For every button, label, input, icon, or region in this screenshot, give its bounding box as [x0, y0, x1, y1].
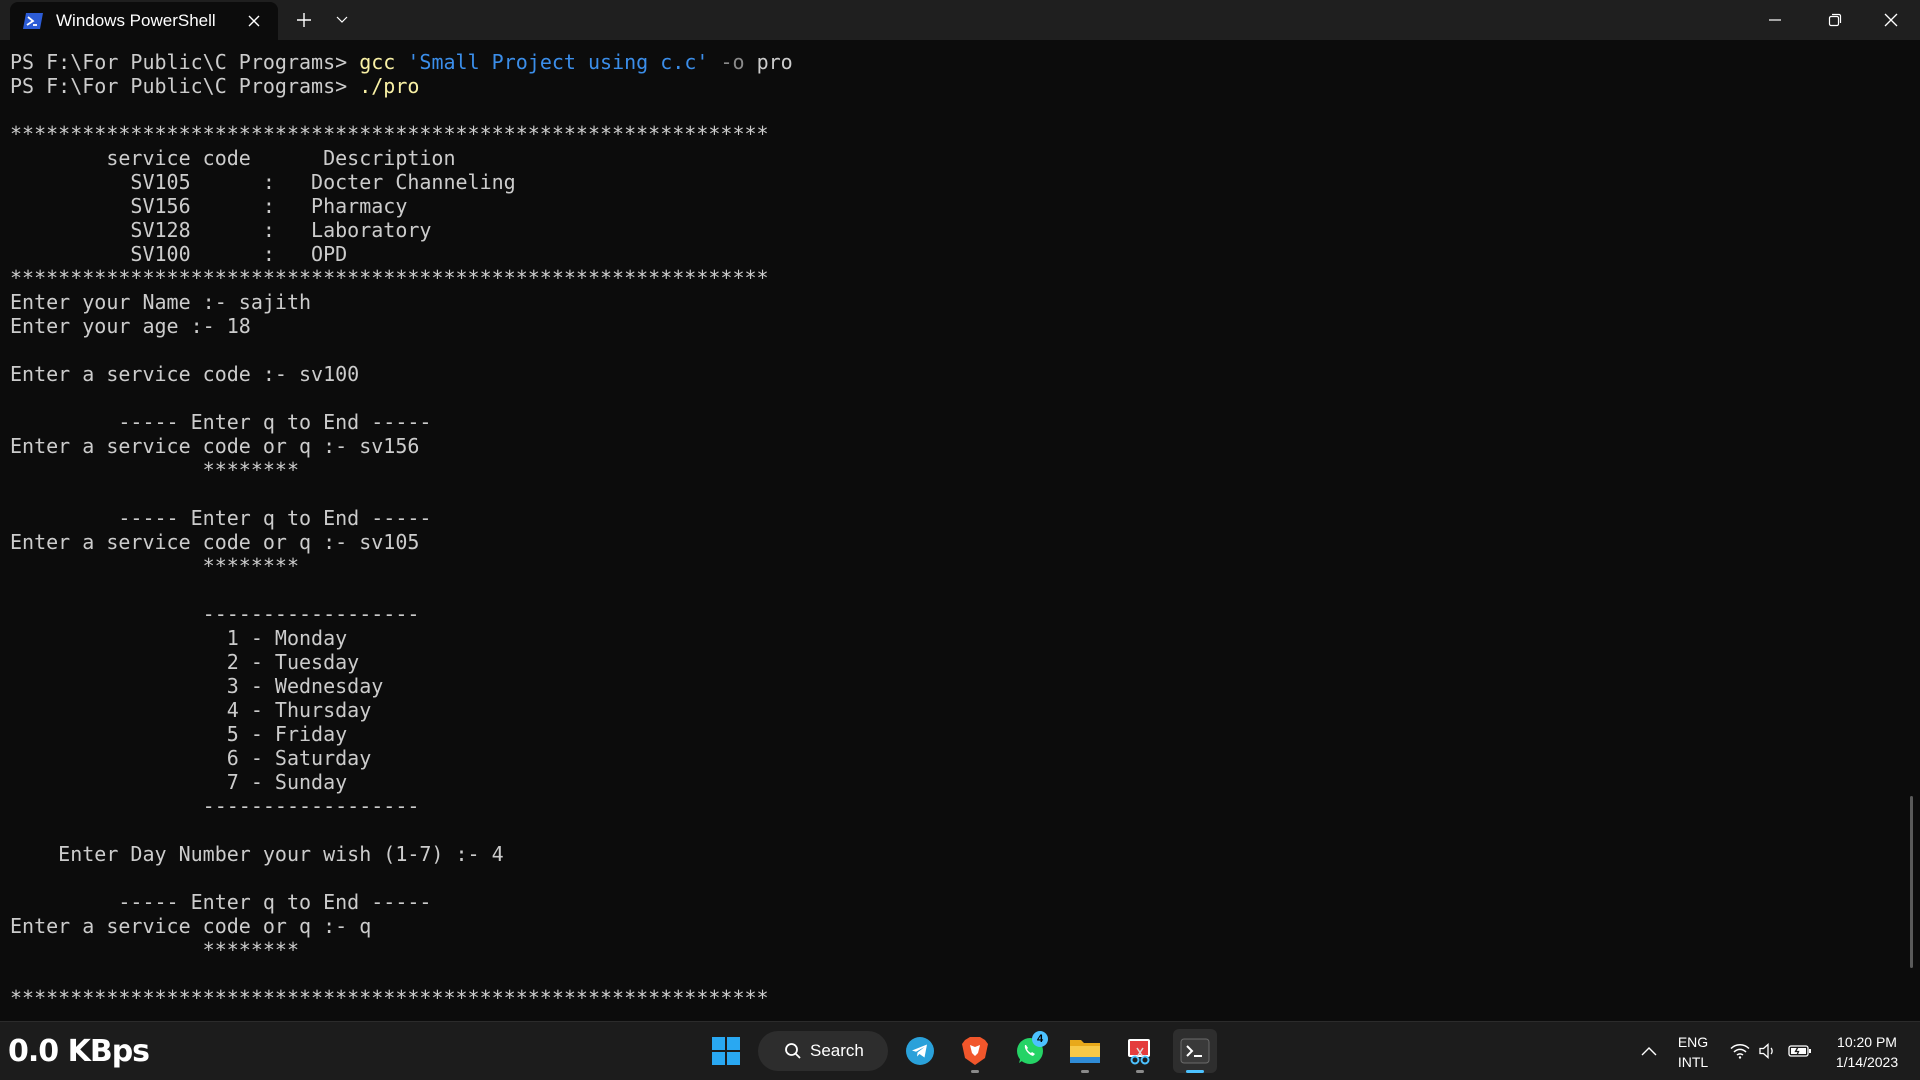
whatsapp-icon[interactable]: 4	[1008, 1029, 1052, 1073]
output-line: Enter a service code or q :- q	[10, 914, 372, 938]
output-line: Enter a service code :- sv100	[10, 362, 360, 386]
close-tab-icon[interactable]	[244, 11, 264, 31]
volume-icon[interactable]	[1756, 1039, 1780, 1063]
output-line: ****************************************…	[10, 986, 769, 1010]
running-indicator	[1081, 1070, 1089, 1073]
running-indicator	[1136, 1070, 1144, 1073]
output-line: ----- Enter q to End -----	[10, 410, 432, 434]
output-line: 1 - Monday	[10, 626, 348, 650]
brave-icon[interactable]	[953, 1029, 997, 1073]
output-line: ------------------	[10, 602, 420, 626]
output-line: SV100 : OPD	[10, 242, 348, 266]
wifi-icon[interactable]	[1728, 1039, 1752, 1063]
lang-line-2: INTL	[1677, 1054, 1709, 1070]
prompt-line: PS F:\For Public\C Programs> ./pro	[10, 74, 1890, 98]
command-arg-output: pro	[744, 50, 793, 74]
clock[interactable]: 10:20 PM 1/14/2023	[1820, 1032, 1914, 1072]
clock-date: 1/14/2023	[1835, 1054, 1899, 1070]
output-line: ------------------	[10, 794, 420, 818]
output-line: 3 - Wednesday	[10, 674, 384, 698]
snipping-tool-icon[interactable]	[1118, 1029, 1162, 1073]
scrollbar[interactable]	[1910, 796, 1913, 968]
output-line: SV128 : Laboratory	[10, 218, 432, 242]
running-indicator	[971, 1070, 979, 1073]
command-arg-source: 'Small Project using c.c'	[395, 50, 709, 74]
command-gcc: gcc	[359, 50, 396, 74]
output-line: 2 - Tuesday	[10, 650, 360, 674]
output-line: SV156 : Pharmacy	[10, 194, 408, 218]
output-line: 7 - Sunday	[10, 770, 348, 794]
output-line: ****************************************…	[10, 122, 769, 146]
tab-windows-powershell[interactable]: Windows PowerShell	[10, 2, 278, 40]
powershell-icon	[22, 12, 44, 30]
notification-badge: 4	[1032, 1031, 1048, 1047]
prompt-line: PS F:\For Public\C Programs> gcc 'Small …	[10, 50, 1890, 74]
battery-icon[interactable]	[1786, 1039, 1814, 1063]
chevron-up-icon[interactable]	[1638, 1039, 1660, 1063]
output-line: ----- Enter q to End -----	[10, 890, 432, 914]
terminal-output[interactable]: PS F:\For Public\C Programs> gcc 'Small …	[10, 50, 1890, 1020]
output-line: SV105 : Docter Channeling	[10, 170, 516, 194]
terminal-window: Windows PowerShell PS F:\For Public\C Pr…	[0, 0, 1920, 1021]
output-line: service code Description	[10, 146, 456, 170]
new-tab-icon[interactable]	[290, 0, 318, 40]
telegram-icon[interactable]	[898, 1029, 942, 1073]
title-bar: Windows PowerShell	[0, 0, 1920, 40]
output-line: Enter a service code or q :- sv156	[10, 434, 420, 458]
command-run: ./pro	[359, 74, 420, 98]
chevron-down-icon[interactable]	[328, 0, 356, 40]
output-line: Enter Day Number your wish (1-7) :- 4	[10, 842, 504, 866]
start-icon[interactable]	[704, 1029, 748, 1073]
clock-time: 10:20 PM	[1837, 1034, 1897, 1050]
output-line: ********	[10, 458, 299, 482]
search-button[interactable]: Search	[758, 1031, 888, 1071]
tab-title: Windows PowerShell	[56, 11, 216, 30]
terminal-icon[interactable]	[1173, 1029, 1217, 1073]
search-label: Search	[810, 1041, 864, 1060]
output-line: Enter your age :- 18	[10, 314, 251, 338]
output-line: Enter your Name :- sajith	[10, 290, 312, 314]
net-speed-readout: 0.0 KBps	[8, 1034, 150, 1069]
search-icon	[785, 1043, 801, 1059]
output-line: ********	[10, 554, 299, 578]
language-indicator[interactable]: ENG INTL	[1676, 1032, 1710, 1072]
output-line: ****************************************…	[10, 266, 769, 290]
prompt: PS F:\For Public\C Programs>	[10, 50, 360, 74]
active-indicator	[1186, 1070, 1204, 1073]
output-line: ----- Enter q to End -----	[10, 506, 432, 530]
prompt: PS F:\For Public\C Programs>	[10, 74, 360, 98]
output-line: 4 - Thursday	[10, 698, 372, 722]
minimize-icon[interactable]	[1750, 0, 1800, 40]
output-line: 5 - Friday	[10, 722, 348, 746]
lang-line-1: ENG	[1677, 1034, 1709, 1050]
close-window-icon[interactable]	[1866, 0, 1916, 40]
output-line: Enter a service code or q :- sv105	[10, 530, 420, 554]
output-line: ********	[10, 938, 299, 962]
taskbar: 0.0 KBps Search 4 ENG INTL 10:20 PM 1/14…	[0, 1021, 1920, 1080]
file-explorer-icon[interactable]	[1063, 1029, 1107, 1073]
restore-icon[interactable]	[1810, 0, 1860, 40]
command-param-o: -o	[708, 50, 745, 74]
output-line: 6 - Saturday	[10, 746, 372, 770]
program-output: ****************************************…	[10, 98, 1890, 1010]
